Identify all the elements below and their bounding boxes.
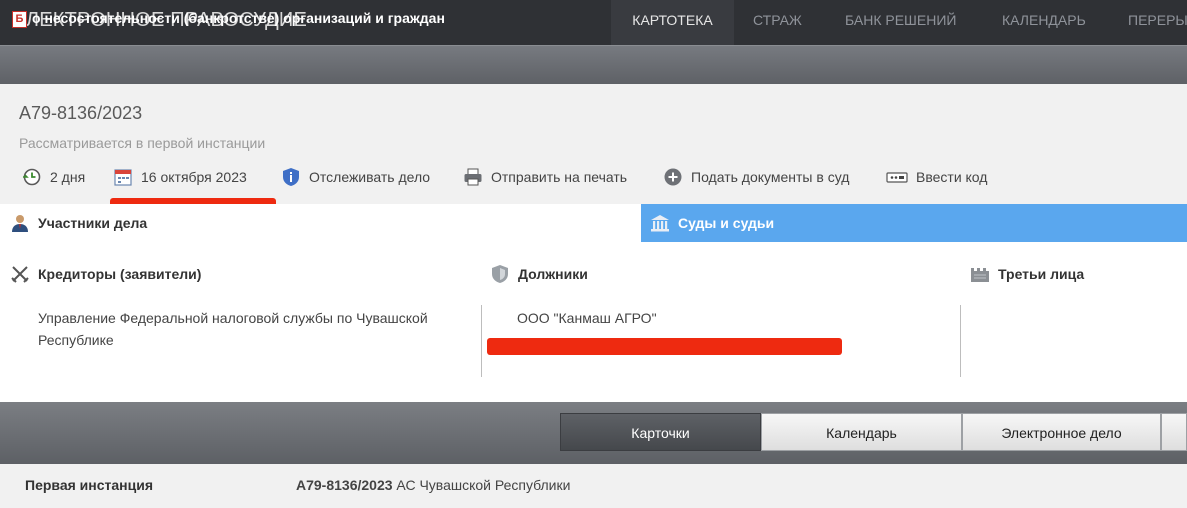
nav-bank-resheniy[interactable]: БАНК РЕШЕНИЙ (845, 0, 956, 45)
column-divider (481, 305, 482, 377)
calendar-icon (114, 169, 132, 186)
tab-cards[interactable]: Карточки (560, 413, 761, 451)
duration-indicator: 2 дня (22, 167, 85, 187)
case-number: А79-8136/2023 (19, 103, 143, 123)
printer-icon (464, 168, 482, 186)
code-card-icon (886, 172, 908, 183)
instance-row (0, 464, 1187, 508)
clock-arrow-icon (23, 168, 41, 186)
participants-label: Участники дела (38, 215, 148, 231)
creditors-heading: Кредиторы (заявители) (10, 264, 201, 284)
third-parties-heading: Третьи лица (970, 264, 1084, 284)
case-category-bar (0, 45, 1187, 84)
person-icon (12, 215, 28, 232)
track-case-label: Отслеживать дело (309, 169, 431, 185)
courts-label: Суды и судьи (678, 215, 775, 231)
enter-code-label: Ввести код (916, 169, 988, 185)
print-label: Отправить на печать (491, 169, 628, 185)
fortress-wall-icon (971, 268, 989, 282)
nav-calendar[interactable]: КАЛЕНДАРЬ (1002, 0, 1086, 45)
hearing-date: 16 октября 2023 (141, 169, 247, 185)
instance-case-number: А79-8136/2023 (296, 477, 393, 493)
duration-label: 2 дня (50, 169, 86, 185)
track-case-button[interactable]: Отслеживать дело (281, 167, 430, 187)
tab-calendar[interactable]: Календарь (761, 413, 962, 451)
enter-code-button[interactable]: Ввести код (886, 167, 987, 187)
nav-strazh[interactable]: СТРАЖ (753, 0, 802, 45)
tab-more[interactable] (1161, 413, 1187, 451)
shield-icon (492, 265, 508, 283)
submit-documents-button[interactable]: Подать документы в суд (663, 167, 849, 187)
third-parties-title: Третьи лица (998, 266, 1085, 282)
instance-court: АС Чувашской Республики (396, 477, 571, 493)
instance-details[interactable]: А79-8136/2023 АС Чувашской Республики (296, 477, 570, 493)
crossed-swords-icon (11, 266, 29, 283)
bankruptcy-badge-icon: Б (12, 11, 27, 28)
debtors-title: Должники (518, 266, 588, 282)
print-button[interactable]: Отправить на печать (463, 167, 627, 187)
participants-heading: Участники дела (10, 213, 147, 233)
debtors-heading: Должники (490, 264, 588, 284)
nav-kartoteka[interactable]: КАРТОТЕКА (611, 0, 734, 45)
plus-circle-icon (664, 168, 682, 186)
tab-electronic-case[interactable]: Электронное дело (962, 413, 1161, 451)
debtor-item[interactable]: ООО "Канмаш АГРО" (517, 307, 937, 329)
shield-info-icon (283, 168, 299, 186)
date-link[interactable]: 16 октября 2023 (113, 167, 247, 187)
creditor-item[interactable]: Управление Федеральной налоговой службы … (38, 307, 438, 351)
column-divider (960, 305, 961, 377)
instance-label: Первая инстанция (25, 477, 153, 493)
redaction-mark-debtor (487, 338, 842, 355)
case-status: Рассматривается в первой инстанции (19, 135, 266, 151)
nav-pereryvy[interactable]: ПЕРЕРЫ (1128, 0, 1187, 45)
submit-documents-label: Подать документы в суд (691, 169, 850, 185)
creditors-title: Кредиторы (заявители) (38, 266, 202, 282)
courthouse-icon (651, 215, 669, 232)
case-category-title: о несостоятельности (банкротстве) органи… (32, 10, 445, 26)
courts-heading: Суды и судьи (650, 213, 774, 233)
